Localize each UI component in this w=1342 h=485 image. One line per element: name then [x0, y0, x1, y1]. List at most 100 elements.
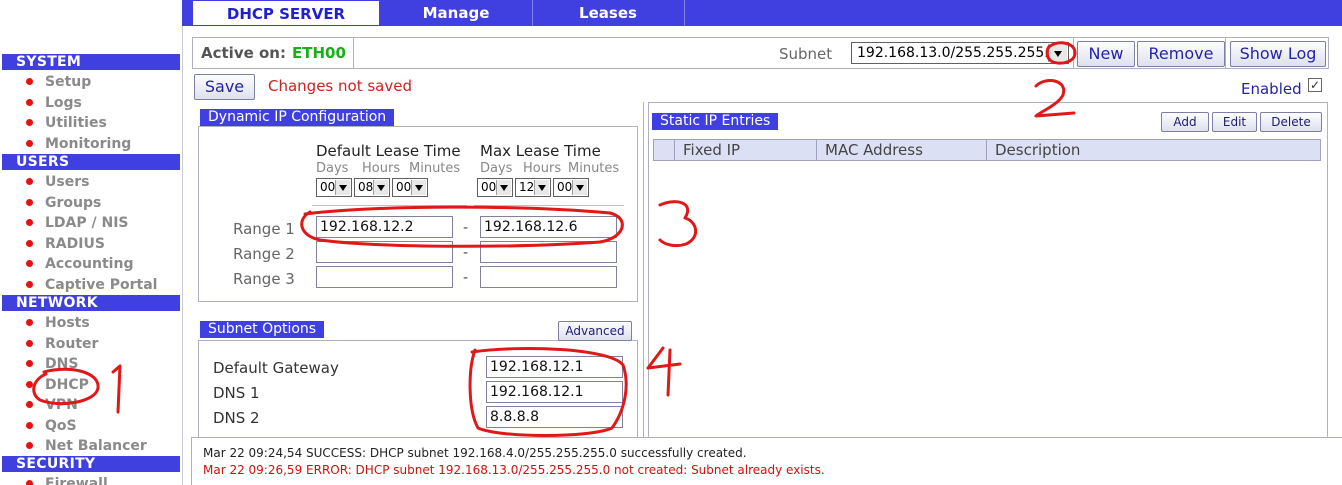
default-lease-days-select[interactable]: 00 [316, 178, 352, 197]
range-2-end-input[interactable] [480, 241, 617, 263]
dynamic-ip-panel: Default Lease Time Max Lease Time Days H… [198, 126, 638, 302]
tab-leases[interactable]: Leases [532, 0, 685, 26]
bullet-icon [26, 281, 33, 288]
active-on-label: Active on: [201, 44, 286, 62]
bullet-icon [26, 422, 33, 429]
bullet-icon [26, 140, 33, 147]
unit-minutes: Minutes [409, 161, 461, 176]
chevron-down-icon [572, 180, 587, 195]
changes-status: Changes not saved [268, 77, 412, 95]
divider [312, 205, 467, 206]
static-ip-panel: Static IP Entries Add Edit Delete Fixed … [648, 102, 1328, 437]
sidebar-item-dhcp[interactable]: DHCP [0, 375, 180, 395]
divider [1225, 38, 1226, 68]
tab-manage[interactable]: Manage [380, 0, 533, 26]
range-2-label: Range 2 [233, 245, 295, 263]
left-column: Default Lease Time Max Lease Time Days H… [191, 102, 644, 440]
sidebar-section-security: SECURITY [2, 456, 180, 472]
sidebar-section-system: SYSTEM [2, 54, 180, 70]
column-mac-address[interactable]: MAC Address [816, 140, 986, 160]
sidebar-section-network: NETWORK [2, 295, 180, 311]
save-button[interactable]: Save [194, 74, 255, 100]
range-2-start-input[interactable] [316, 241, 453, 263]
subnet-select[interactable]: 192.168.13.0/255.255.255.0 [851, 42, 1069, 64]
tab-bar: DHCP SERVER Manage Leases [182, 0, 1342, 26]
range-1-end-input[interactable]: 192.168.12.6 [480, 216, 617, 238]
sidebar-item-utilities[interactable]: Utilities [0, 113, 180, 133]
unit-hours: Hours [362, 161, 401, 176]
sidebar-item-setup[interactable]: Setup [0, 72, 180, 92]
dns-1-label: DNS 1 [213, 384, 260, 402]
range-1-label: Range 1 [233, 220, 295, 238]
range-separator: - [463, 270, 469, 286]
default-lease-minutes-select[interactable]: 00 [392, 178, 428, 197]
sidebar-item-radius[interactable]: RADIUS [0, 234, 180, 254]
sidebar-item-router[interactable]: Router [0, 334, 180, 354]
subnet-select-value: 192.168.13.0/255.255.255.0 [857, 45, 1058, 61]
range-3-label: Range 3 [233, 270, 295, 288]
range-1-start-input[interactable]: 192.168.12.2 [316, 216, 453, 238]
subnet-label: Subnet [779, 45, 833, 63]
default-lease-hours-select[interactable]: 08 [354, 178, 390, 197]
new-subnet-button[interactable]: New [1077, 41, 1135, 67]
advanced-button[interactable]: Advanced [558, 321, 632, 341]
bullet-icon [26, 178, 33, 185]
sidebar-item-accounting[interactable]: Accounting [0, 254, 180, 274]
range-separator: - [463, 245, 469, 261]
sidebar-item-qos[interactable]: QoS [0, 416, 180, 436]
range-3-start-input[interactable] [316, 266, 453, 288]
sidebar-item-users[interactable]: Users [0, 172, 180, 192]
default-gateway-label: Default Gateway [213, 359, 339, 377]
column-description[interactable]: Description [986, 140, 1320, 160]
log-line-success: Mar 22 09:24,54 SUCCESS: DHCP subnet 192… [203, 446, 747, 460]
bullet-icon [26, 442, 33, 449]
bullet-icon [26, 199, 33, 206]
sidebar-item-ldap-nis[interactable]: LDAP / NIS [0, 213, 180, 233]
show-log-button[interactable]: Show Log [1230, 41, 1326, 67]
tab-dhcp-server[interactable]: DHCP SERVER [192, 0, 380, 25]
sidebar-item-dns[interactable]: DNS [0, 354, 180, 374]
max-lease-minutes-select[interactable]: 00 [553, 178, 589, 197]
range-3-end-input[interactable] [480, 266, 617, 288]
subnet-options-title: Subnet Options [200, 321, 325, 338]
chevron-down-icon[interactable] [1048, 44, 1067, 62]
sidebar-item-groups[interactable]: Groups [0, 193, 180, 213]
bullet-icon [26, 119, 33, 126]
log-line-error: Mar 22 09:26,59 ERROR: DHCP subnet 192.1… [203, 463, 825, 477]
max-lease-hours-select[interactable]: 12 [515, 178, 551, 197]
unit-days: Days [316, 161, 349, 176]
sidebar-item-net-balancer[interactable]: Net Balancer [0, 436, 180, 456]
sidebar-item-vpn[interactable]: VPN [0, 395, 180, 415]
unit-days: Days [480, 161, 513, 176]
dns-1-input[interactable]: 192.168.12.1 [486, 381, 623, 403]
default-gateway-input[interactable]: 192.168.12.1 [486, 356, 623, 378]
edit-static-ip-button[interactable]: Edit [1212, 112, 1257, 132]
log-panel: Mar 22 09:24,54 SUCCESS: DHCP subnet 192… [191, 437, 1342, 485]
sidebar-item-firewall[interactable]: Firewall [0, 474, 180, 485]
max-lease-days-select[interactable]: 00 [477, 178, 513, 197]
active-interface: ETH00 [292, 44, 346, 62]
bullet-icon [26, 340, 33, 347]
divider [1073, 38, 1074, 68]
chevron-down-icon [335, 180, 350, 195]
bullet-icon [26, 99, 33, 106]
sidebar-item-hosts[interactable]: Hosts [0, 313, 180, 333]
bullet-icon [26, 360, 33, 367]
add-static-ip-button[interactable]: Add [1161, 112, 1209, 132]
range-separator: - [463, 220, 469, 236]
max-lease-label: Max Lease Time [480, 142, 601, 160]
sidebar-item-captive-portal[interactable]: Captive Portal [0, 275, 180, 295]
column-fixed-ip[interactable]: Fixed IP [674, 140, 816, 160]
dns-2-input[interactable]: 8.8.8.8 [486, 406, 623, 428]
sidebar-section-users: USERS [2, 154, 180, 170]
delete-static-ip-button[interactable]: Delete [1260, 112, 1322, 132]
sidebar: SYSTEM Setup Logs Utilities Monitoring U… [0, 0, 183, 485]
bullet-icon [26, 78, 33, 85]
dns-2-label: DNS 2 [213, 409, 260, 427]
enabled-checkbox[interactable]: ✓ [1308, 78, 1322, 92]
static-ip-title: Static IP Entries [652, 113, 779, 130]
sidebar-item-logs[interactable]: Logs [0, 93, 180, 113]
bullet-icon [26, 240, 33, 247]
remove-subnet-button[interactable]: Remove [1137, 41, 1225, 67]
sidebar-item-monitoring[interactable]: Monitoring [0, 134, 180, 154]
